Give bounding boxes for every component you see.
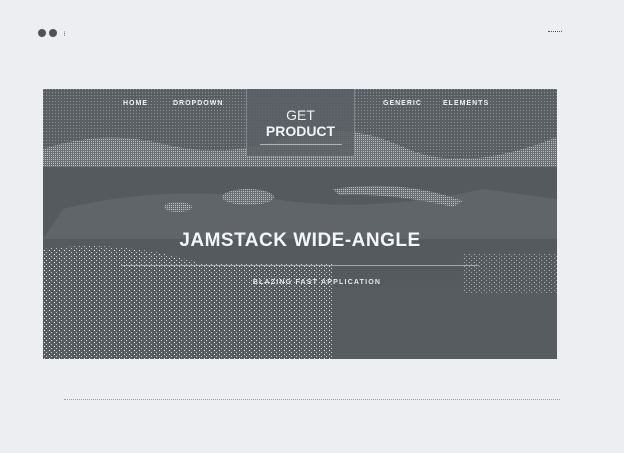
page: HOME DROPDOWN GENERIC ELEMENTS GET PRODU… <box>0 0 624 453</box>
get-product-button[interactable]: GET PRODUCT <box>246 89 355 157</box>
footer-divider <box>64 399 560 401</box>
window-dot-icon[interactable] <box>49 29 57 37</box>
hero-subtitle-wrapper: BLAZING FAST APPLICATION <box>43 279 557 286</box>
hero-section: HOME DROPDOWN GENERIC ELEMENTS GET PRODU… <box>43 89 557 359</box>
window-dot-icon[interactable] <box>38 29 46 37</box>
window-controls <box>38 29 68 37</box>
get-product-line1: GET <box>286 107 315 123</box>
window-dot-small-icon <box>64 30 68 36</box>
menu-dashes-icon[interactable] <box>548 31 562 34</box>
nav-elements-link[interactable]: ELEMENTS <box>443 100 489 107</box>
nav-dropdown-link[interactable]: DROPDOWN <box>173 100 223 107</box>
hero-divider <box>121 265 479 266</box>
nav-home-link[interactable]: HOME <box>123 100 148 107</box>
get-product-underline <box>259 144 342 145</box>
get-product-line2: PRODUCT <box>265 123 336 139</box>
nav-generic-link[interactable]: GENERIC <box>383 100 422 107</box>
hero-subtitle: BLAZING FAST APPLICATION <box>252 279 382 286</box>
hero-title: JAMSTACK WIDE-ANGLE <box>179 230 421 251</box>
